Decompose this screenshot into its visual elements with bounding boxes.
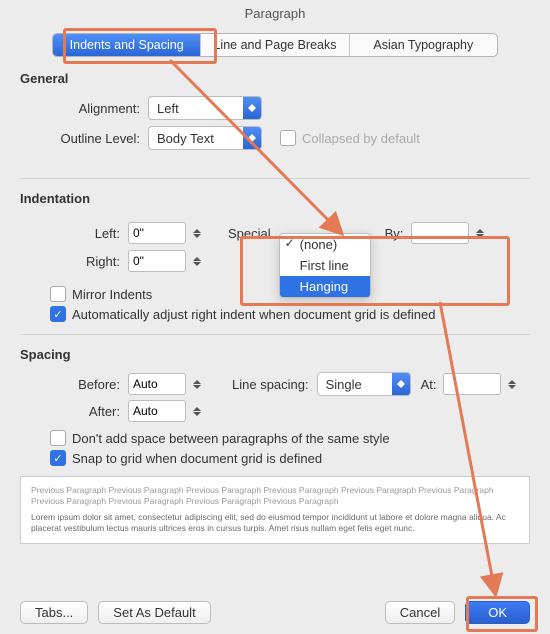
section-general: General — [20, 71, 530, 86]
outline-level-value: Body Text — [149, 131, 243, 146]
after-stepper[interactable] — [190, 400, 204, 422]
special-dropdown-menu: (none) First line Hanging — [279, 233, 371, 298]
tabs-button[interactable]: Tabs... — [20, 601, 88, 624]
dialog-footer: Tabs... Set As Default Cancel OK — [0, 601, 550, 624]
outline-level-select[interactable]: Body Text — [148, 126, 262, 150]
tab-asian-typography[interactable]: Asian Typography — [350, 34, 497, 56]
after-label: After: — [20, 404, 128, 419]
before-label: Before: — [20, 377, 128, 392]
chevron-updown-icon — [392, 373, 410, 395]
mirror-indents-checkbox[interactable] — [50, 286, 66, 302]
line-spacing-select[interactable]: Single — [317, 372, 411, 396]
preview-box: Previous Paragraph Previous Paragraph Pr… — [20, 476, 530, 544]
alignment-label: Alignment: — [20, 101, 148, 116]
by-input[interactable] — [411, 222, 469, 244]
after-input[interactable] — [128, 400, 186, 422]
collapsed-label: Collapsed by default — [302, 131, 420, 146]
collapsed-checkbox — [280, 130, 296, 146]
by-stepper[interactable] — [473, 222, 487, 244]
alignment-select[interactable]: Left — [148, 96, 262, 120]
ok-button[interactable]: OK — [465, 601, 530, 624]
tab-line-page-breaks[interactable]: Line and Page Breaks — [201, 34, 349, 56]
auto-adjust-label: Automatically adjust right indent when d… — [72, 307, 436, 322]
special-option-hanging[interactable]: Hanging — [280, 276, 370, 297]
at-input[interactable] — [443, 373, 501, 395]
alignment-value: Left — [149, 101, 243, 116]
before-stepper[interactable] — [190, 373, 204, 395]
section-spacing: Spacing — [20, 347, 530, 362]
chevron-updown-icon — [243, 127, 261, 149]
preview-body-text: Lorem ipsum dolor sit amet, consectetur … — [31, 512, 519, 535]
by-label: By: — [385, 226, 404, 241]
special-option-none[interactable]: (none) — [280, 234, 370, 255]
indent-right-stepper[interactable] — [190, 250, 204, 272]
indent-right-input[interactable] — [128, 250, 186, 272]
section-indentation: Indentation — [20, 191, 530, 206]
indent-left-input[interactable] — [128, 222, 186, 244]
no-space-checkbox[interactable] — [50, 430, 66, 446]
special-label: Special — [228, 226, 271, 241]
special-option-firstline[interactable]: First line — [280, 255, 370, 276]
set-default-button[interactable]: Set As Default — [98, 601, 210, 624]
at-label: At: — [421, 377, 437, 392]
indent-left-label: Left: — [20, 226, 128, 241]
chevron-updown-icon — [243, 97, 261, 119]
mirror-indents-label: Mirror Indents — [72, 287, 152, 302]
preview-previous-text: Previous Paragraph Previous Paragraph Pr… — [31, 485, 519, 508]
tab-indents-spacing[interactable]: Indents and Spacing — [53, 34, 201, 56]
tab-bar: Indents and Spacing Line and Page Breaks… — [52, 33, 498, 57]
at-stepper[interactable] — [505, 373, 519, 395]
line-spacing-value: Single — [318, 377, 392, 392]
before-input[interactable] — [128, 373, 186, 395]
cancel-button[interactable]: Cancel — [385, 601, 455, 624]
indent-right-label: Right: — [20, 254, 128, 269]
no-space-label: Don't add space between paragraphs of th… — [72, 431, 390, 446]
outline-level-label: Outline Level: — [20, 131, 148, 146]
indent-left-stepper[interactable] — [190, 222, 204, 244]
snap-label: Snap to grid when document grid is defin… — [72, 451, 322, 466]
dialog-title: Paragraph — [0, 0, 550, 23]
snap-checkbox[interactable] — [50, 450, 66, 466]
auto-adjust-checkbox[interactable] — [50, 306, 66, 322]
line-spacing-label: Line spacing: — [232, 377, 309, 392]
